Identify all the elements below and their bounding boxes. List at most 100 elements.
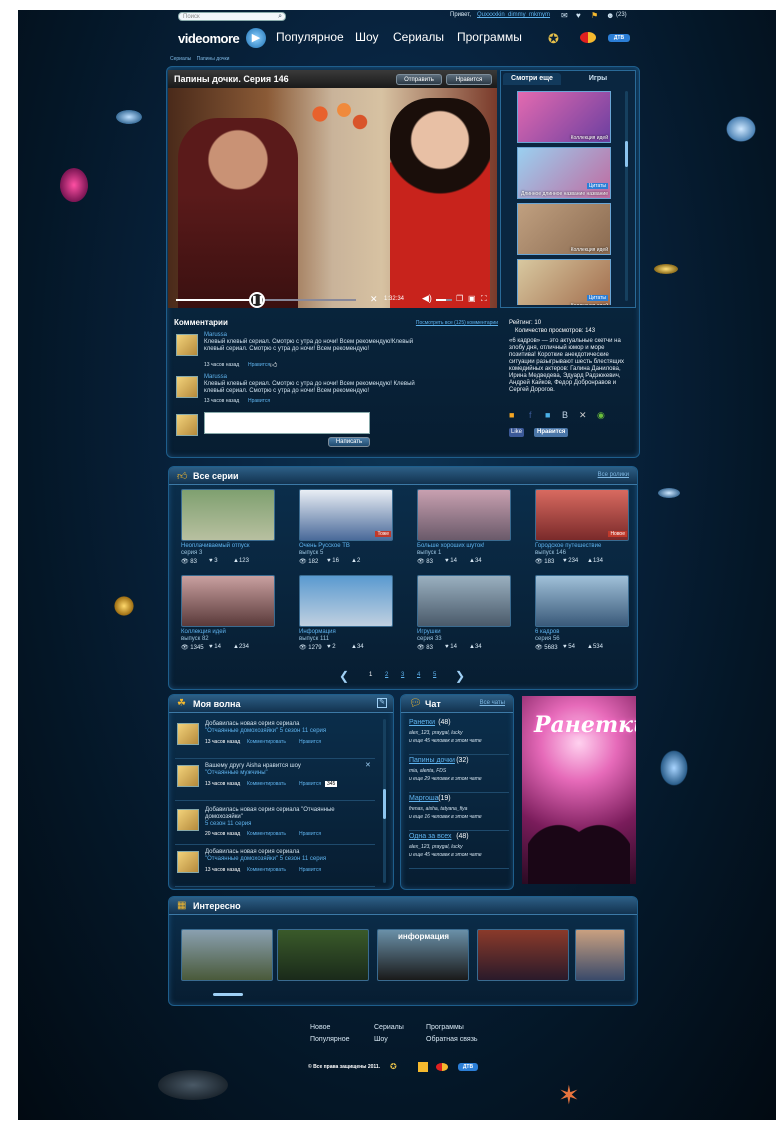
share-facebook-icon[interactable]: f <box>529 410 532 420</box>
search-icon[interactable]: ⌕ <box>278 13 282 21</box>
promo-banner[interactable]: Ранетки <box>522 696 636 884</box>
wave-like-link[interactable]: Нравится <box>299 831 321 837</box>
carousel-scroll-thumb[interactable] <box>213 993 243 996</box>
breadcrumb-series[interactable]: Сериалы <box>170 56 191 62</box>
view-all-comments-link[interactable]: Посмотреть все (125) комментарии <box>416 320 498 326</box>
footer-link-feedback[interactable]: Обратная связь <box>426 1036 478 1043</box>
series-card[interactable]: Коллекция идей выпуск 82 👁︎ 1345 ♥ 14 ▲234 <box>181 575 281 657</box>
like-button[interactable]: Нравится <box>446 74 492 85</box>
footer-link-popular[interactable]: Популярное <box>310 1036 349 1043</box>
side-thumb-item[interactable]: Коллекция идей <box>517 91 611 143</box>
carousel-item[interactable] <box>181 929 273 981</box>
page-5[interactable]: 5 <box>433 672 436 678</box>
chat-room[interactable]: Ранетки (48) alex_123, praygal, lucky и еще… <box>409 719 509 755</box>
avatar[interactable] <box>177 723 199 745</box>
username-link[interactable]: Quxxxxkin_dimmy_mkmym <box>477 12 550 18</box>
side-scroll-thumb[interactable] <box>625 141 628 167</box>
footer-partner-1-icon[interactable]: ✪ <box>390 1062 397 1071</box>
chat-room[interactable]: Одна за всех (48) alex_123, praygal, lucky… <box>409 833 509 869</box>
chat-room-name[interactable]: Одна за всех <box>409 833 452 840</box>
footer-partner-2-icon[interactable] <box>418 1062 428 1072</box>
comment-like-link[interactable]: Нравится <box>248 362 270 368</box>
avatar[interactable] <box>177 809 199 831</box>
nav-series[interactable]: Сериалы <box>393 30 444 44</box>
comment-author[interactable]: Marussa <box>204 374 227 380</box>
nav-programs[interactable]: Программы <box>457 30 522 44</box>
nav-shows[interactable]: Шоу <box>355 30 379 44</box>
pause-button[interactable]: ❚❚ <box>249 292 265 308</box>
chat-room-name[interactable]: Ранетки <box>409 719 435 726</box>
series-card[interactable]: Информация выпуск 111 👁︎ 1279 ♥ 2 ▲34 <box>299 575 399 657</box>
wave-link[interactable]: "Отчаянные домохозяйки" 5 сезон 11 серия <box>205 728 373 735</box>
all-chats-link[interactable]: Все чаты <box>480 700 505 706</box>
wave-link[interactable]: "Отчаянные мужчины" <box>205 770 373 777</box>
share-mailru-icon[interactable]: ◉ <box>597 410 605 421</box>
next-page-icon[interactable]: ❯ <box>455 669 465 683</box>
wave-like-link[interactable]: Нравится <box>299 739 321 745</box>
volume-icon[interactable]: ◀) <box>422 293 432 304</box>
series-title[interactable]: Информация <box>299 629 336 636</box>
side-thumb-item[interactable]: Коллекция идей Цитаты <box>517 259 611 305</box>
series-thumbnail[interactable] <box>181 575 275 627</box>
series-thumbnail[interactable] <box>417 489 511 541</box>
footer-link-shows[interactable]: Шоу <box>374 1036 388 1043</box>
carousel-item[interactable] <box>277 929 369 981</box>
series-thumbnail[interactable] <box>535 575 629 627</box>
edit-icon[interactable]: ✎ <box>377 698 387 708</box>
wave-comment-link[interactable]: Комментировать <box>247 781 286 787</box>
thumbs-up-icon[interactable]: 👍︎ <box>270 360 277 369</box>
breadcrumb-current[interactable]: Папины дочки <box>197 56 230 62</box>
series-title[interactable]: Игрушки <box>417 629 441 636</box>
series-card[interactable]: Больше хороших шуток! выпуск 1 👁︎ 83 ♥ 14 ▲3… <box>417 489 517 571</box>
wave-like-link[interactable]: Нравится <box>299 781 321 787</box>
wave-scrollbar[interactable] <box>383 719 386 883</box>
search-input[interactable]: Поиск ⌕ <box>178 12 286 21</box>
fb-like-button[interactable]: Like <box>509 428 525 437</box>
pip-icon[interactable]: ❐ <box>456 294 463 303</box>
favorites-icon[interactable]: ♥ <box>576 11 581 20</box>
wave-comment-link[interactable]: Комментировать <box>247 867 286 873</box>
footer-partner-badge[interactable]: ДТВ <box>458 1063 478 1071</box>
send-button[interactable]: Отправить <box>396 74 442 85</box>
series-thumbnail[interactable] <box>417 575 511 627</box>
share-twitter-icon[interactable]: ■ <box>545 410 550 420</box>
avatar[interactable] <box>177 851 199 873</box>
comment-like-link[interactable]: Нравится <box>248 398 270 404</box>
comment-textarea[interactable] <box>204 412 370 434</box>
wave-like-link[interactable]: Нравится <box>299 867 321 873</box>
share-ok-icon[interactable]: ■ <box>509 410 514 420</box>
wave-link[interactable]: "Отчаянные домохозяйки" 5 сезон 11 серия <box>205 856 373 863</box>
chat-room-name[interactable]: Маргоша <box>409 795 439 802</box>
comment-author[interactable]: Marussa <box>204 332 227 338</box>
avatar[interactable] <box>177 765 199 787</box>
logo[interactable]: videomore ▶ <box>178 28 268 48</box>
partner-logo-1-icon[interactable]: ✪ <box>548 31 559 47</box>
side-scrollbar[interactable] <box>625 91 628 301</box>
messages-icon[interactable]: ✉ <box>561 11 568 20</box>
vk-like-button[interactable]: Нравится <box>534 428 569 437</box>
footer-link-programs[interactable]: Программы <box>426 1024 464 1031</box>
tab-games[interactable]: Игры <box>563 73 633 85</box>
notifications-icon[interactable]: ⚑ <box>591 11 598 20</box>
series-title[interactable]: Коллекция идей <box>181 629 226 636</box>
series-title[interactable]: Городское путешествие <box>535 543 601 550</box>
series-card[interactable]: Новое Городское путешествие выпуск 146 👁︎ 1… <box>535 489 635 571</box>
quality-icon[interactable]: ▣ <box>468 294 476 303</box>
seek-bar[interactable] <box>176 299 356 301</box>
series-title[interactable]: Больше хороших шуток! <box>417 543 485 550</box>
carousel-item[interactable] <box>477 929 569 981</box>
tab-watch-more[interactable]: Смотри еще <box>503 73 561 85</box>
chat-room-name[interactable]: Папины дочки <box>409 757 455 764</box>
friends-icon[interactable]: ☻ <box>606 11 614 20</box>
fullscreen-icon[interactable]: ⛶ <box>481 294 487 304</box>
wave-scroll-thumb[interactable] <box>383 789 386 819</box>
nav-popular[interactable]: Популярное <box>276 30 344 44</box>
footer-link-series[interactable]: Сериалы <box>374 1024 404 1031</box>
partner-badge[interactable]: ДТВ <box>608 34 630 42</box>
series-thumbnail[interactable] <box>299 575 393 627</box>
prev-page-icon[interactable]: ❮ <box>339 669 349 683</box>
page-1[interactable]: 1 <box>369 672 372 678</box>
page-4[interactable]: 4 <box>417 672 420 678</box>
wave-link[interactable]: 5 сезон 11 серия <box>205 821 373 828</box>
chat-room[interactable]: Маргоша (19) frenas, aisha, tatyana_fiya и … <box>409 795 509 831</box>
